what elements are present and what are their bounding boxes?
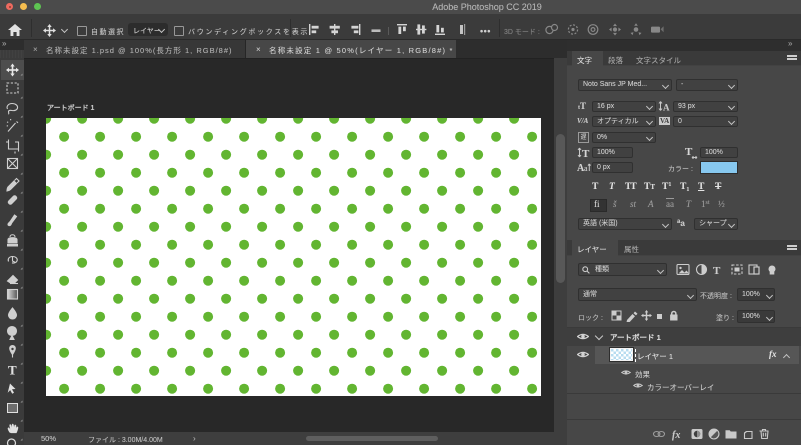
- svg-text:T: T: [582, 148, 590, 159]
- svg-text:a: a: [584, 164, 588, 173]
- svg-text:fx: fx: [672, 430, 680, 441]
- svg-text:T: T: [713, 265, 721, 276]
- svg-text:T: T: [8, 363, 17, 378]
- svg-text:T: T: [685, 146, 693, 158]
- svg-text:A: A: [663, 103, 670, 113]
